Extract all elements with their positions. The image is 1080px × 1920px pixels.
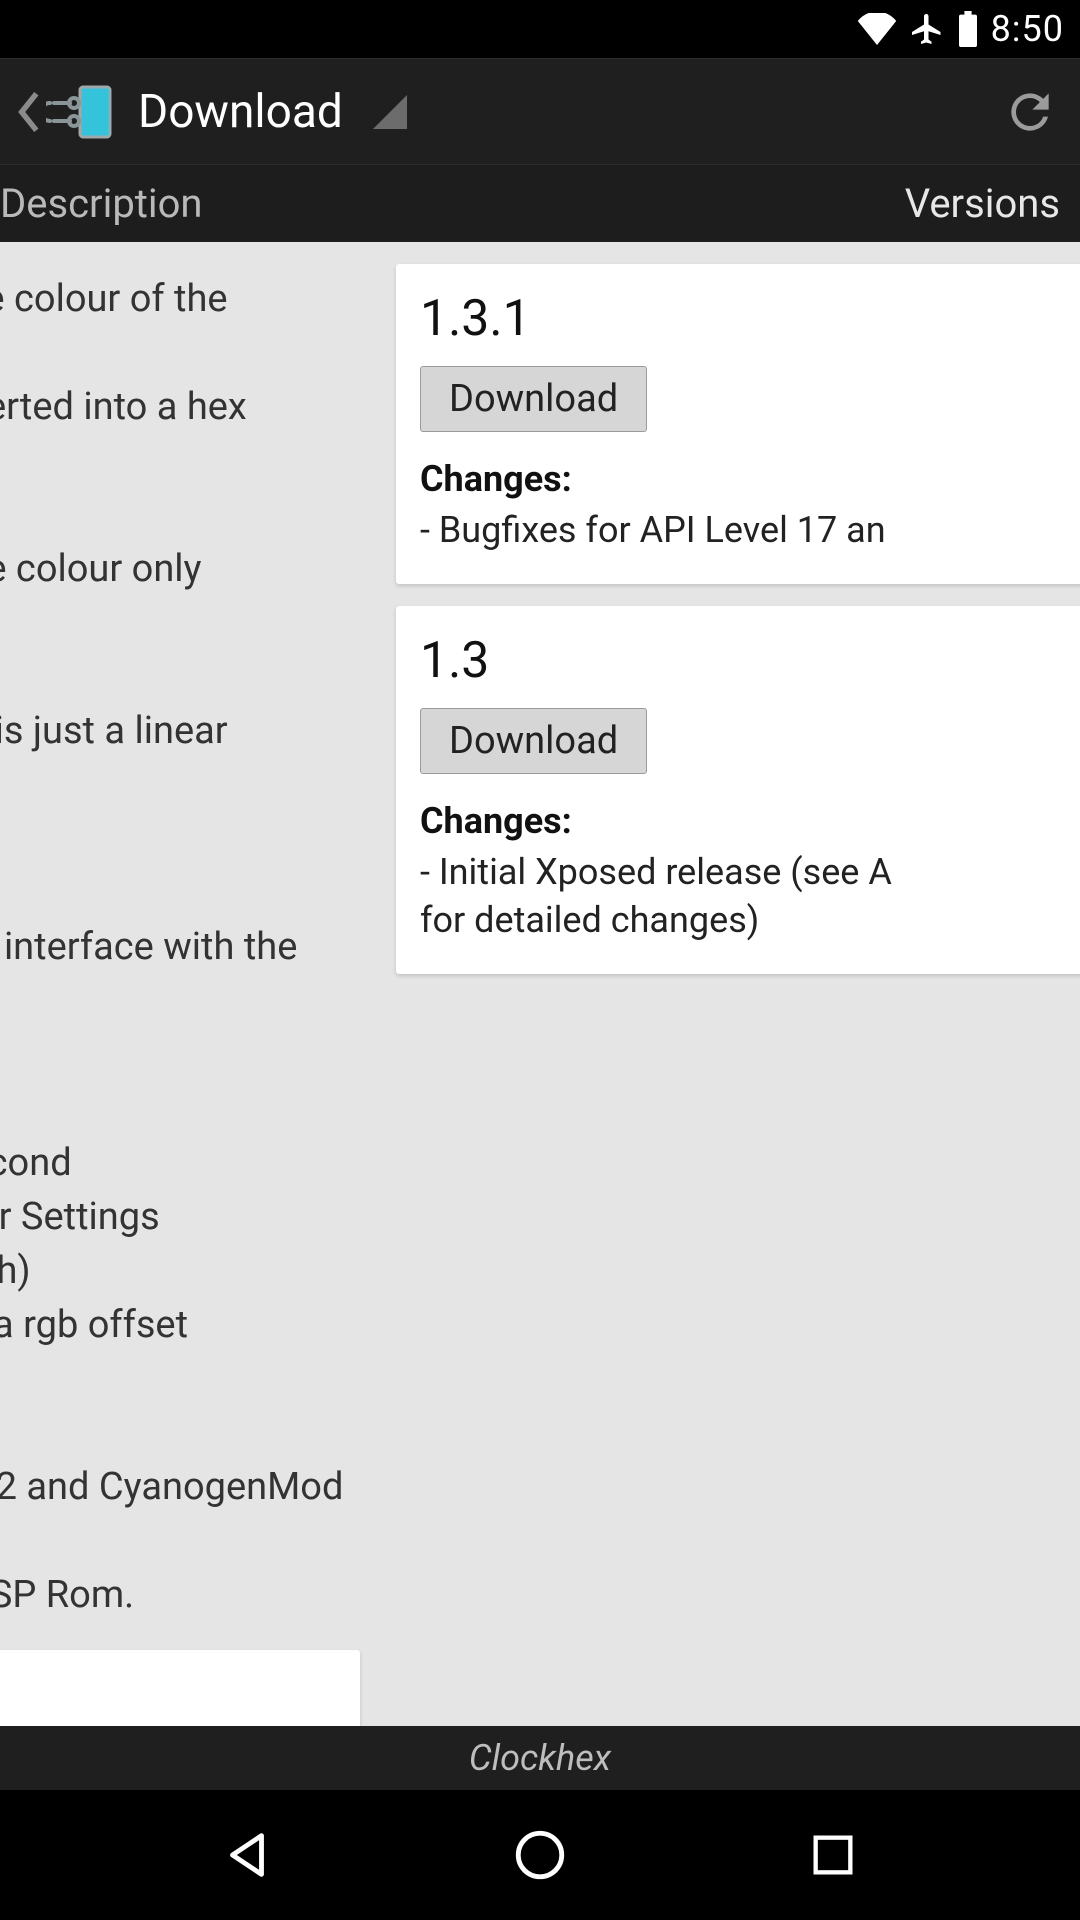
tab-bar: Description Versions — [0, 164, 1080, 242]
app-bar-title[interactable]: Download — [138, 85, 343, 139]
content-area: This module changes the colour of the st… — [0, 242, 1080, 1726]
description-link-card: ntact.php — [0, 1650, 360, 1726]
footer-bar: Clockhex — [0, 1726, 1080, 1790]
changes-label: Changes: — [420, 458, 1080, 500]
changes-text: - Bugfixes for API Level 17 an — [420, 506, 1080, 554]
version-card: 1.3 Download Changes: - Initial Xposed r… — [396, 606, 1080, 974]
navigation-bar — [0, 1790, 1080, 1920]
app-bar: Download — [0, 58, 1080, 164]
nav-back-icon[interactable] — [207, 1815, 287, 1895]
versions-panel[interactable]: 1.3.1 Download Changes: - Bugfixes for A… — [396, 264, 1080, 996]
refresh-icon[interactable] — [998, 80, 1062, 144]
version-name: 1.3 — [420, 632, 1080, 690]
tab-versions[interactable]: Versions — [879, 180, 1080, 227]
description-text: This module changes the colour of the st… — [0, 264, 360, 1630]
back-icon[interactable] — [18, 90, 40, 134]
tab-description[interactable]: Description — [0, 180, 879, 227]
download-button[interactable]: Download — [420, 708, 647, 774]
battery-icon — [957, 11, 979, 47]
dropdown-triangle-icon[interactable] — [373, 95, 407, 129]
nav-recent-icon[interactable] — [793, 1815, 873, 1895]
version-name: 1.3.1 — [420, 290, 1080, 348]
version-card: 1.3.1 Download Changes: - Bugfixes for A… — [396, 264, 1080, 584]
download-button[interactable]: Download — [420, 366, 647, 432]
status-clock: 8:50 — [991, 8, 1064, 50]
xposed-app-icon[interactable] — [46, 83, 114, 141]
changes-text: - Initial Xposed release (see A for deta… — [420, 848, 1080, 944]
status-bar: 8:50 — [0, 0, 1080, 58]
airplane-mode-icon — [909, 11, 945, 47]
changes-label: Changes: — [420, 800, 1080, 842]
wifi-icon — [857, 13, 897, 45]
module-name-label: Clockhex — [469, 1737, 611, 1779]
description-panel[interactable]: This module changes the colour of the st… — [0, 264, 360, 1726]
nav-home-icon[interactable] — [500, 1815, 580, 1895]
